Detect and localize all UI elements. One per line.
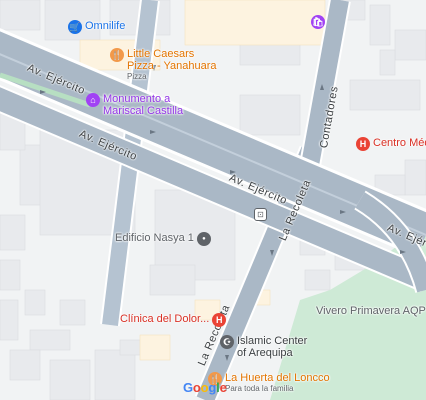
poi-label: Omnilife [85, 20, 126, 32]
monument-icon: ⌂ [86, 93, 100, 107]
poi-islamic-center[interactable]: ☪ Islamic Center of Arequipa [220, 335, 307, 359]
poi-label: Clínica del Dolor... [120, 313, 210, 325]
hospital-icon: H [356, 137, 370, 151]
poi-label: Vivero Primavera AQP [316, 305, 426, 317]
logo-letter: e [219, 380, 227, 395]
bus-stop-icon[interactable]: ⊡ [254, 208, 267, 221]
poi-label: Little Caesars Pizza - Yanahuara [127, 48, 217, 72]
poi-centro-medico[interactable]: H Centro Médic [356, 137, 426, 151]
shopping-bag-icon: 🛍 [311, 15, 325, 29]
fork-knife-icon: 🍴 [110, 48, 124, 62]
poi-clinica-dolor[interactable]: Clínica del Dolor... H [120, 313, 227, 327]
poi-label: Monumento a Mariscal Castilla [103, 93, 184, 117]
poi-label: Edificio Nasya 1 [115, 232, 194, 244]
poi-category: Pizza [127, 72, 147, 81]
poi-category: Para toda la familia [225, 384, 294, 393]
logo-letter: G [183, 380, 193, 395]
map-canvas[interactable]: Av. Ejército Av. Ejército Av. Ejército A… [0, 0, 426, 400]
poi-label: Islamic Center of Arequipa [237, 335, 308, 359]
poi-edificio-nasya[interactable]: Edificio Nasya 1 ● [115, 232, 211, 246]
hospital-icon: H [212, 313, 227, 327]
poi-shopping[interactable]: 🛍 [311, 15, 325, 29]
logo-letter: o [192, 380, 201, 395]
poi-little-caesars[interactable]: 🍴 Little Caesars Pizza - Yanahuara Pizza [110, 48, 216, 81]
mosque-icon: ☪ [220, 335, 234, 349]
place-icon: ● [196, 232, 211, 246]
poi-vivero[interactable]: Vivero Primavera AQP [316, 305, 426, 317]
poi-label: La Huerta del Loncco [225, 372, 330, 384]
cart-icon: 🛒 [68, 20, 82, 34]
google-logo: Google [183, 380, 227, 395]
poi-monumento[interactable]: ⌂ Monumento a Mariscal Castilla [86, 93, 183, 117]
logo-letter: g [208, 380, 217, 395]
poi-label: Centro Médic [373, 137, 426, 149]
poi-omnilife[interactable]: 🛒 Omnilife [68, 20, 125, 34]
